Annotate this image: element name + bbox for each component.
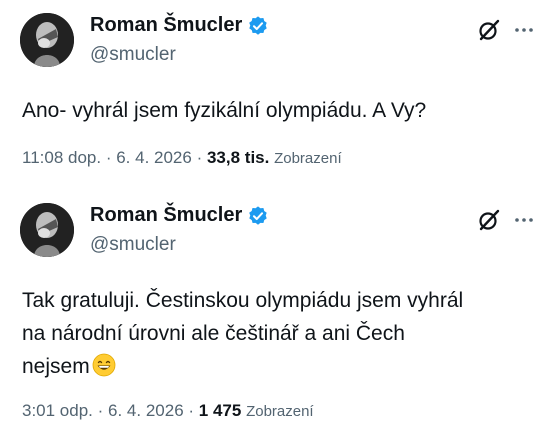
- tweet-text: Ano- vyhrál jsem fyzikální olympiádu. A …: [22, 94, 540, 127]
- tweet-time[interactable]: 11:08 dop.: [22, 148, 101, 167]
- author-handle[interactable]: @smucler: [90, 234, 176, 256]
- meta-separator: ·: [188, 401, 199, 420]
- grok-icon[interactable]: [477, 18, 501, 42]
- tweet-text-line: Tak gratuluji. Čestinskou olympiádu jsem…: [22, 289, 464, 312]
- author-name[interactable]: Roman Šmucler: [90, 14, 242, 37]
- views-label: Zobrazení: [246, 403, 314, 420]
- tweet-meta: 3:01 odp. · 6. 4. 2026 · 1 475 Zobrazení: [22, 401, 314, 421]
- author-handle[interactable]: @smucler: [90, 44, 176, 66]
- tweet-text: Tak gratuluji. Čestinskou olympiádu jsem…: [22, 284, 540, 383]
- tweet-text-line: nejsem: [22, 355, 90, 378]
- tweet-text-content: Ano- vyhrál jsem fyzikální olympiádu. A …: [22, 99, 427, 122]
- verified-badge-icon: [247, 15, 269, 37]
- tweet-date[interactable]: 6. 4. 2026: [108, 401, 184, 420]
- avatar-image: [20, 13, 74, 67]
- avatar-image: [20, 203, 74, 257]
- avatar[interactable]: [20, 203, 74, 257]
- more-options-icon[interactable]: [512, 18, 536, 42]
- meta-separator: ·: [105, 148, 117, 167]
- tweet-time[interactable]: 3:01 odp.: [22, 401, 93, 420]
- tweet-text-line: na národní úrovni ale češtinář a ani Čec…: [22, 322, 405, 345]
- grok-icon[interactable]: [477, 208, 501, 232]
- tweet-meta: 11:08 dop. · 6. 4. 2026 · 33,8 tis. Zobr…: [22, 148, 342, 168]
- view-count: 1 475: [198, 401, 242, 420]
- views-label: Zobrazení: [274, 150, 342, 167]
- meta-separator: ·: [97, 401, 109, 420]
- meta-separator: ·: [196, 148, 207, 167]
- verified-badge-icon: [247, 205, 269, 227]
- avatar[interactable]: [20, 13, 74, 67]
- grinning-face-emoji-icon: [92, 353, 116, 377]
- author-name[interactable]: Roman Šmucler: [90, 204, 242, 227]
- more-options-icon[interactable]: [512, 208, 536, 232]
- view-count: 33,8 tis.: [206, 148, 270, 167]
- tweet-date[interactable]: 6. 4. 2026: [116, 148, 192, 167]
- tweet-text-line-last: nejsem: [22, 350, 540, 383]
